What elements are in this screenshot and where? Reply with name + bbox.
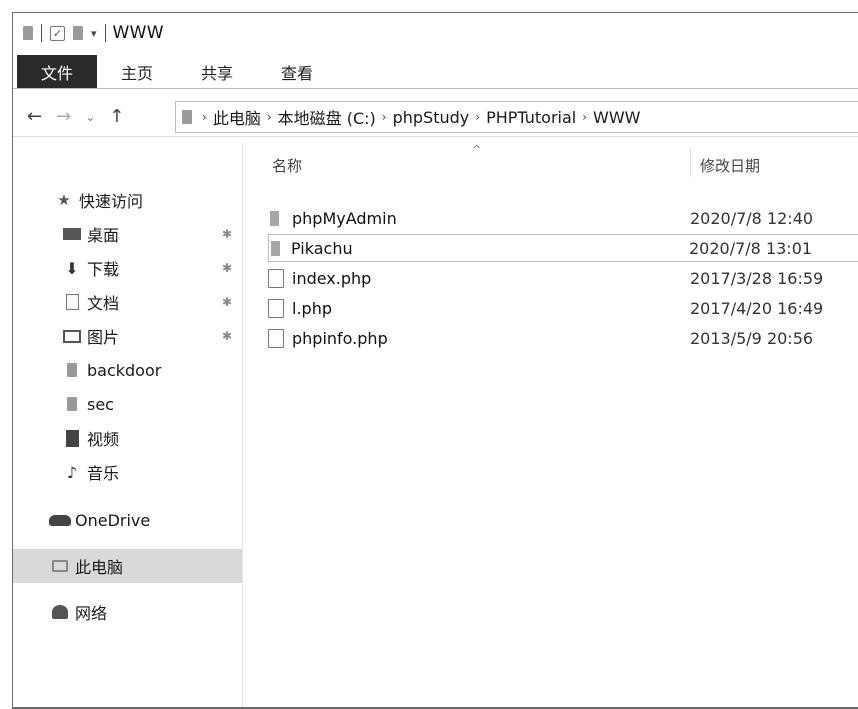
file-date: 2013/5/9 20:56 xyxy=(690,328,814,348)
file-row-index-php[interactable]: index.php 2017/3/28 16:59 xyxy=(268,264,858,292)
up-arrow-icon[interactable]: ↑ xyxy=(109,106,124,127)
sidebar-item-quick-access[interactable]: ★ 快速访问 xyxy=(13,183,242,217)
video-icon xyxy=(61,429,83,447)
file-name: phpMyAdmin xyxy=(292,208,397,228)
sidebar-item-downloads[interactable]: ⬇ 下载 ✱ xyxy=(13,251,242,285)
star-icon: ★ xyxy=(57,191,71,209)
sidebar-item-backdoor[interactable]: backdoor xyxy=(13,353,242,387)
chevron-right-icon[interactable]: › xyxy=(475,110,480,124)
sidebar-item-label: 图片 xyxy=(87,328,120,347)
folder-icon[interactable] xyxy=(23,26,33,40)
column-divider[interactable] xyxy=(690,147,691,177)
chevron-right-icon[interactable]: › xyxy=(582,110,587,124)
file-row-phpinfo-php[interactable]: phpinfo.php 2013/5/9 20:56 xyxy=(268,324,858,352)
back-arrow-icon[interactable]: ← xyxy=(27,106,42,127)
ribbon-tabs: 文件 主页 共享 查看 xyxy=(13,55,858,89)
file-date: 2017/3/28 16:59 xyxy=(690,268,824,288)
sidebar-item-label: 下载 xyxy=(87,260,120,279)
navigation-bar: ← → ⌄ ↑ › 此电脑 › 本地磁盘 (C:) › phpStudy › P… xyxy=(13,97,858,137)
new-folder-icon[interactable] xyxy=(73,26,83,40)
navigation-pane: ★ 快速访问 桌面 ✱ ⬇ 下载 ✱ 文档 ✱ 图片 ✱ backdoor se… xyxy=(13,143,243,707)
toolbar-divider xyxy=(104,24,106,42)
file-icon xyxy=(268,268,292,288)
folder-icon xyxy=(269,240,291,256)
file-row-phpmyadmin[interactable]: phpMyAdmin 2020/7/8 12:40 xyxy=(270,204,858,232)
customize-toolbar-dropdown-icon[interactable]: ▾ xyxy=(91,27,97,40)
breadcrumb-this-pc[interactable]: 此电脑 xyxy=(213,105,261,129)
file-icon xyxy=(268,298,292,318)
sidebar-item-desktop[interactable]: 桌面 ✱ xyxy=(13,217,242,251)
toolbar-divider xyxy=(41,24,42,42)
sidebar-item-pictures[interactable]: 图片 ✱ xyxy=(13,319,242,353)
file-list-pane: ^ 名称 修改日期 phpMyAdmin 2020/7/8 12:40 Pika… xyxy=(244,143,858,707)
file-name: index.php xyxy=(292,268,372,288)
pictures-icon xyxy=(61,329,83,343)
file-explorer-window: ✓ ▾ WWW 文件 主页 共享 查看 ← → ⌄ ↑ › 此电脑 › 本地磁盘… xyxy=(12,12,858,709)
sidebar-item-label: 网络 xyxy=(75,604,108,623)
chevron-right-icon[interactable]: › xyxy=(202,110,207,124)
cloud-icon xyxy=(49,514,71,526)
sidebar-item-label: 快速访问 xyxy=(79,192,144,211)
sidebar-item-documents[interactable]: 文档 ✱ xyxy=(13,285,242,319)
sidebar-item-music[interactable]: ♪ 音乐 xyxy=(13,455,242,489)
sidebar-item-label: sec xyxy=(87,394,114,414)
computer-icon xyxy=(49,560,71,572)
folder-icon xyxy=(61,397,83,411)
tab-share[interactable]: 共享 xyxy=(177,55,257,88)
desktop-icon xyxy=(61,228,83,240)
sidebar-item-label: 视频 xyxy=(87,430,120,449)
address-bar[interactable]: › 此电脑 › 本地磁盘 (C:) › phpStudy › PHPTutori… xyxy=(175,101,858,133)
file-date: 2020/7/8 13:01 xyxy=(689,238,813,258)
sidebar-item-label: 桌面 xyxy=(87,226,120,245)
sidebar-item-label: 音乐 xyxy=(87,464,120,483)
file-name: Pikachu xyxy=(291,238,353,258)
quick-access-toolbar: ✓ ▾ xyxy=(23,24,106,42)
recent-locations-chevron-icon[interactable]: ⌄ xyxy=(85,110,95,124)
window-title: WWW xyxy=(112,23,164,43)
breadcrumb-local-disk[interactable]: 本地磁盘 (C:) xyxy=(278,105,376,129)
pin-icon[interactable]: ✱ xyxy=(222,329,232,343)
pin-icon[interactable]: ✱ xyxy=(222,227,232,241)
column-header-name[interactable]: 名称 xyxy=(272,155,302,176)
sidebar-item-sec[interactable]: sec xyxy=(13,387,242,421)
chevron-right-icon[interactable]: › xyxy=(382,110,387,124)
sidebar-item-label: 文档 xyxy=(87,294,120,313)
forward-arrow-icon[interactable]: → xyxy=(56,106,71,127)
file-icon xyxy=(268,328,292,348)
sidebar-item-label: OneDrive xyxy=(75,510,151,530)
download-icon: ⬇ xyxy=(65,258,79,278)
file-date: 2020/7/8 12:40 xyxy=(690,208,814,228)
document-icon xyxy=(61,294,83,310)
sidebar-item-videos[interactable]: 视频 xyxy=(13,421,242,455)
breadcrumb-phpstudy[interactable]: phpStudy xyxy=(393,108,470,127)
sidebar-item-label: backdoor xyxy=(87,360,162,380)
pin-icon[interactable]: ✱ xyxy=(222,295,232,309)
tab-file[interactable]: 文件 xyxy=(17,55,98,88)
sidebar-item-network[interactable]: 网络 xyxy=(13,595,242,629)
file-name: phpinfo.php xyxy=(292,328,388,348)
folder-icon xyxy=(270,210,292,226)
tab-home[interactable]: 主页 xyxy=(97,55,177,88)
breadcrumb-www[interactable]: WWW xyxy=(593,108,640,127)
breadcrumb-phptutorial[interactable]: PHPTutorial xyxy=(486,108,576,127)
folder-icon xyxy=(182,110,192,124)
folder-icon xyxy=(61,363,83,377)
sidebar-item-label: 此电脑 xyxy=(75,558,124,577)
properties-check-icon[interactable]: ✓ xyxy=(50,25,65,41)
network-icon xyxy=(49,605,71,619)
music-icon: ♪ xyxy=(66,462,78,482)
pin-icon[interactable]: ✱ xyxy=(222,261,232,275)
file-row-pikachu[interactable]: Pikachu 2020/7/8 13:01 xyxy=(268,234,858,262)
file-name: l.php xyxy=(292,298,332,318)
tab-view[interactable]: 查看 xyxy=(257,55,337,88)
file-date: 2017/4/20 16:49 xyxy=(690,298,824,318)
sort-ascending-icon: ^ xyxy=(472,143,482,156)
sidebar-item-onedrive[interactable]: OneDrive xyxy=(13,503,242,537)
file-row-l-php[interactable]: l.php 2017/4/20 16:49 xyxy=(268,294,858,322)
column-header-date-modified[interactable]: 修改日期 xyxy=(700,155,760,176)
title-bar: ✓ ▾ WWW xyxy=(13,13,858,53)
sidebar-item-this-pc[interactable]: 此电脑 xyxy=(13,549,242,583)
chevron-right-icon[interactable]: › xyxy=(267,110,272,124)
